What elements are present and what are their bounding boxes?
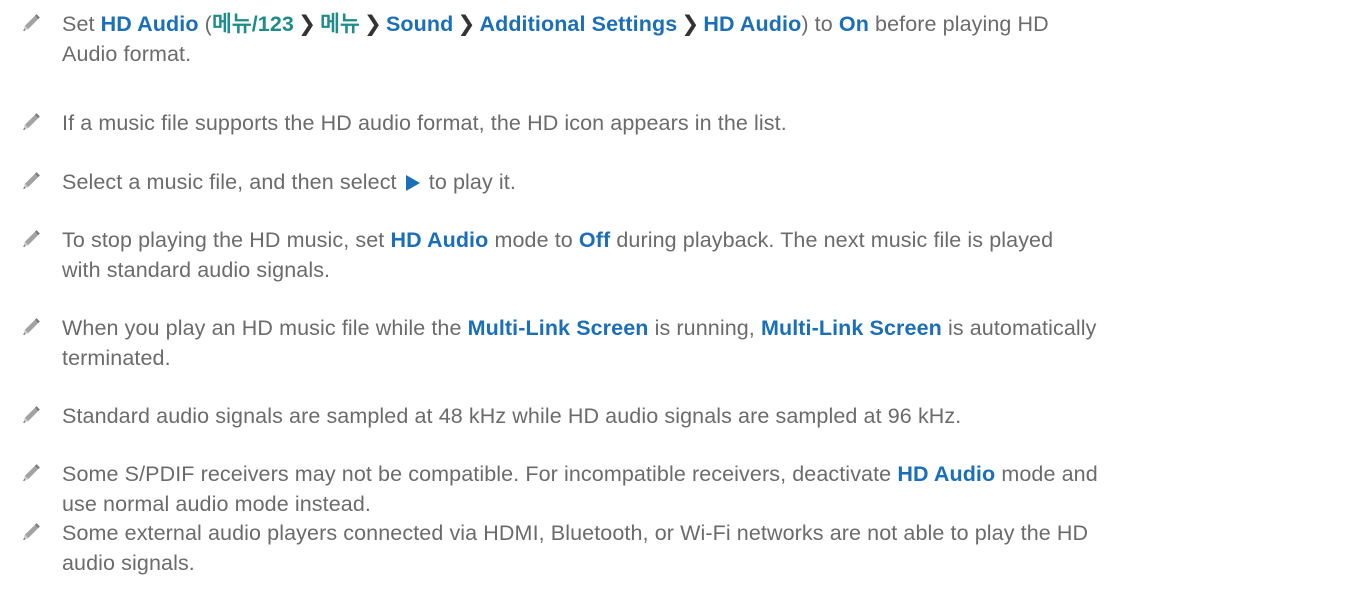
note-text: Set HD Audio (메뉴/123 ❯ 메뉴 ❯ Sound ❯ Additional…	[62, 9, 1302, 69]
pencil-icon	[20, 521, 42, 543]
menu-path-step: Additional Settings	[479, 12, 678, 36]
on-value: On	[838, 12, 869, 36]
menu-path-step: 메뉴	[320, 12, 360, 36]
chevron-right-icon: ❯	[363, 12, 382, 36]
pencil-icon	[20, 404, 42, 426]
note-text: Some external audio players connected vi…	[62, 521, 1089, 575]
hd-audio-setting: HD Audio	[897, 462, 996, 486]
note-text: Select a music file, and then select to …	[62, 170, 516, 194]
play-icon	[405, 175, 420, 191]
menu-path-step: HD Audio	[703, 12, 802, 36]
note-text: If a music file supports the HD audio fo…	[62, 111, 787, 135]
multi-link-screen: Multi-Link Screen	[760, 316, 942, 340]
pencil-icon	[20, 12, 42, 34]
pencil-icon	[20, 170, 42, 192]
pencil-icon	[20, 316, 42, 338]
note-text: To stop playing the HD music, set HD Aud…	[62, 228, 1054, 282]
menu-path-step: Sound	[385, 12, 454, 36]
hd-audio-setting: HD Audio	[100, 12, 199, 36]
chevron-right-icon: ❯	[297, 12, 317, 36]
note-text: Standard audio signals are sampled at 48…	[62, 404, 962, 428]
pencil-icon	[20, 228, 42, 250]
pencil-icon	[20, 462, 42, 484]
off-value: Off	[578, 228, 611, 252]
hd-audio-setting: HD Audio	[390, 228, 489, 252]
chevron-right-icon: ❯	[681, 12, 700, 36]
note-text: Some S/PDIF receivers may not be compati…	[62, 462, 1098, 516]
multi-link-screen: Multi-Link Screen	[467, 316, 649, 340]
note-text: When you play an HD music file while the…	[62, 316, 1097, 370]
menu-path-step: 메뉴/123	[211, 12, 294, 36]
chevron-right-icon: ❯	[457, 12, 476, 36]
pencil-icon	[20, 111, 42, 133]
